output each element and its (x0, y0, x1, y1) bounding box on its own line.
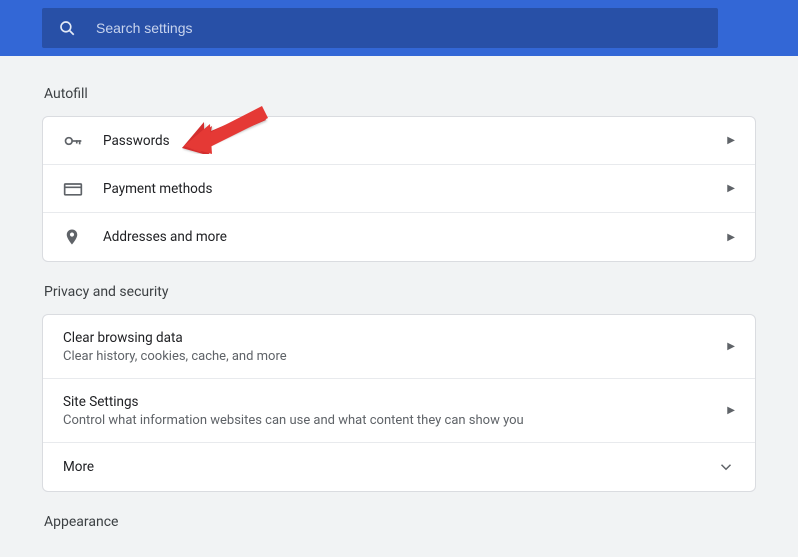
row-label: Site Settings (63, 394, 719, 410)
row-body: Clear browsing data Clear history, cooki… (63, 330, 719, 364)
autofill-card: Passwords ▶ Payment methods ▶ Addresses (42, 116, 756, 262)
row-body: Site Settings Control what information w… (63, 394, 719, 428)
chevron-right-icon: ▶ (727, 183, 735, 194)
search-input[interactable] (96, 20, 702, 36)
credit-card-icon (63, 179, 85, 199)
row-label: Addresses and more (103, 229, 719, 245)
row-label: Payment methods (103, 181, 719, 197)
header-bar (0, 0, 798, 56)
row-payment-methods[interactable]: Payment methods ▶ (43, 165, 755, 213)
content: Autofill Passwords ▶ Payment methods ▶ (0, 56, 798, 530)
row-sublabel: Clear history, cookies, cache, and more (63, 349, 719, 364)
section-title-privacy: Privacy and security (42, 284, 756, 300)
row-label: Clear browsing data (63, 330, 719, 346)
search-icon (58, 19, 76, 37)
chevron-down-icon (717, 458, 735, 476)
row-sublabel: Control what information websites can us… (63, 413, 719, 428)
chevron-right-icon: ▶ (727, 341, 735, 352)
row-more[interactable]: More (43, 443, 755, 491)
search-bar[interactable] (42, 8, 718, 48)
row-addresses[interactable]: Addresses and more ▶ (43, 213, 755, 261)
row-body: More (63, 459, 717, 475)
section-title-autofill: Autofill (42, 86, 756, 102)
section-autofill: Autofill Passwords ▶ Payment methods ▶ (42, 86, 756, 262)
location-icon (63, 228, 85, 246)
section-appearance: Appearance (42, 514, 756, 530)
row-body: Passwords (103, 133, 719, 149)
chevron-right-icon: ▶ (727, 135, 735, 146)
chevron-right-icon: ▶ (727, 405, 735, 416)
row-body: Addresses and more (103, 229, 719, 245)
row-label: Passwords (103, 133, 719, 149)
section-privacy: Privacy and security Clear browsing data… (42, 284, 756, 492)
row-body: Payment methods (103, 181, 719, 197)
section-title-appearance: Appearance (42, 514, 756, 530)
row-site-settings[interactable]: Site Settings Control what information w… (43, 379, 755, 443)
key-icon (63, 131, 85, 151)
row-label: More (63, 459, 717, 475)
row-clear-browsing-data[interactable]: Clear browsing data Clear history, cooki… (43, 315, 755, 379)
chevron-right-icon: ▶ (727, 232, 735, 243)
privacy-card: Clear browsing data Clear history, cooki… (42, 314, 756, 492)
row-passwords[interactable]: Passwords ▶ (43, 117, 755, 165)
